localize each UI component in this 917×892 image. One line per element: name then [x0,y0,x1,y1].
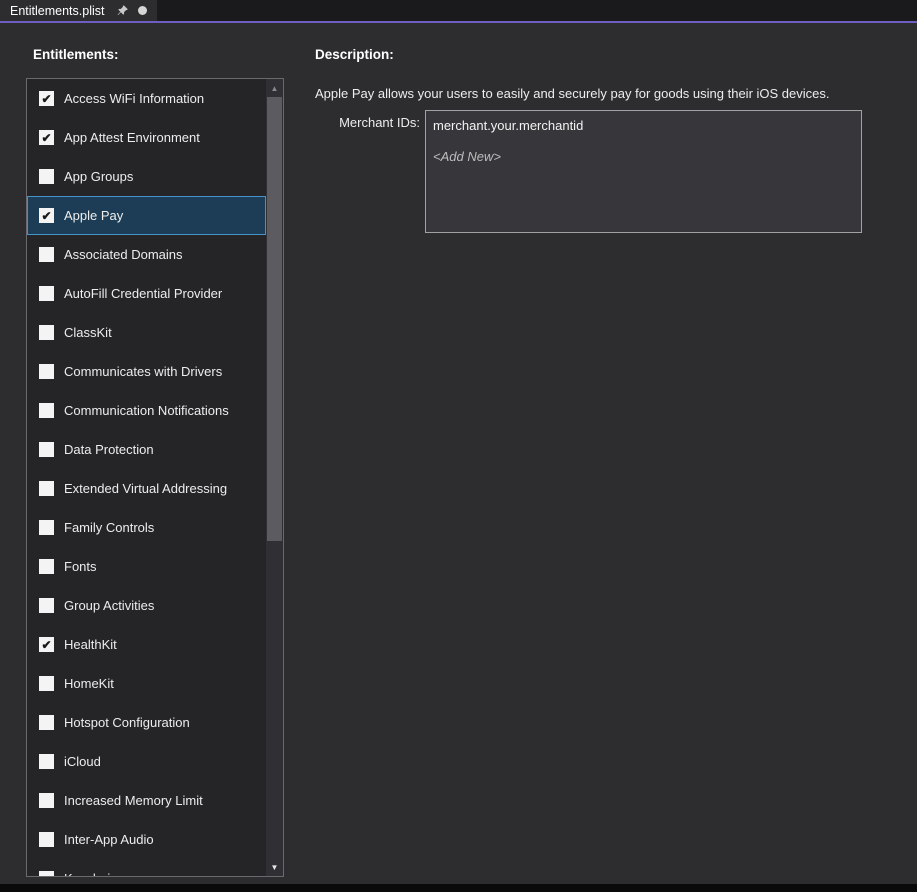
entitlement-row[interactable]: ✔ Apple Pay [27,196,266,235]
entitlement-row[interactable]: Family Controls [27,508,266,547]
entitlement-row[interactable]: Group Activities [27,586,266,625]
checkbox-unchecked-icon[interactable] [39,286,54,301]
entitlement-row[interactable]: Increased Memory Limit [27,781,266,820]
checkbox-checked-icon[interactable]: ✔ [39,91,54,106]
checkbox-unchecked-icon[interactable] [39,793,54,808]
tab-entitlements-plist[interactable]: Entitlements.plist [0,0,157,21]
entitlement-row[interactable]: ✔ HealthKit [27,625,266,664]
merchant-ids-list[interactable]: merchant.your.merchantid <Add New> [425,110,862,233]
description-header: Description: [315,47,394,62]
scrollbar-thumb[interactable] [267,97,282,541]
checkbox-unchecked-icon[interactable] [39,559,54,574]
entitlement-row[interactable]: ✔ Access WiFi Information [27,79,266,118]
entitlement-row[interactable]: Fonts [27,547,266,586]
checkbox-unchecked-icon[interactable] [39,364,54,379]
entitlement-label: Apple Pay [64,208,123,223]
checkbox-unchecked-icon[interactable] [39,403,54,418]
entitlement-label: Extended Virtual Addressing [64,481,227,496]
checkbox-unchecked-icon[interactable] [39,520,54,535]
entitlement-label: Increased Memory Limit [64,793,203,808]
entitlement-label: Keychain [64,871,117,876]
scrollbar[interactable]: ▲ ▼ [266,79,283,876]
scrollbar-down-icon[interactable]: ▼ [266,859,283,875]
entitlements-header: Entitlements: [33,47,119,62]
checkbox-checked-icon[interactable]: ✔ [39,637,54,652]
entitlement-row[interactable]: Keychain [27,859,266,876]
checkbox-unchecked-icon[interactable] [39,481,54,496]
entitlement-label: AutoFill Credential Provider [64,286,222,301]
entitlement-label: App Groups [64,169,133,184]
entitlements-list-items: ✔ Access WiFi Information ✔ App Attest Envi… [27,79,266,876]
entitlement-row[interactable]: Extended Virtual Addressing [27,469,266,508]
entitlement-label: Communicates with Drivers [64,364,222,379]
entitlement-label: Communication Notifications [64,403,229,418]
checkbox-unchecked-icon[interactable] [39,871,54,876]
entitlement-label: Associated Domains [64,247,183,262]
entitlement-row[interactable]: Inter-App Audio [27,820,266,859]
scrollbar-up-icon[interactable]: ▲ [266,80,283,96]
merchant-id-item[interactable]: merchant.your.merchantid [433,116,854,136]
unsaved-changes-icon [138,6,147,15]
entitlement-row[interactable]: iCloud [27,742,266,781]
entitlement-label: Fonts [64,559,97,574]
entitlement-row[interactable]: AutoFill Credential Provider [27,274,266,313]
checkbox-unchecked-icon[interactable] [39,247,54,262]
merchant-ids-label: Merchant IDs: [300,115,420,130]
entitlement-label: ClassKit [64,325,112,340]
entitlement-label: App Attest Environment [64,130,200,145]
description-text: Apple Pay allows your users to easily an… [315,86,829,101]
checkbox-unchecked-icon[interactable] [39,598,54,613]
checkbox-unchecked-icon[interactable] [39,754,54,769]
entitlement-label: HealthKit [64,637,117,652]
entitlement-label: Data Protection [64,442,154,457]
entitlement-row[interactable]: Communicates with Drivers [27,352,266,391]
pin-icon[interactable] [116,4,129,17]
entitlement-label: Access WiFi Information [64,91,204,106]
checkbox-unchecked-icon[interactable] [39,169,54,184]
checkbox-unchecked-icon[interactable] [39,676,54,691]
checkbox-checked-icon[interactable]: ✔ [39,208,54,223]
checkbox-checked-icon[interactable]: ✔ [39,130,54,145]
add-new-item[interactable]: <Add New> [433,149,854,164]
entitlement-row[interactable]: Hotspot Configuration [27,703,266,742]
entitlement-row[interactable]: Associated Domains [27,235,266,274]
entitlement-label: Group Activities [64,598,154,613]
entitlements-list: ✔ Access WiFi Information ✔ App Attest Envi… [26,78,284,877]
window-bottom-edge [0,884,917,892]
entitlement-label: Hotspot Configuration [64,715,190,730]
entitlements-editor-window: Entitlements.plist Entitlements: ✔ Access… [0,0,917,892]
checkbox-unchecked-icon[interactable] [39,325,54,340]
entitlement-row[interactable]: ClassKit [27,313,266,352]
entitlement-label: Inter-App Audio [64,832,154,847]
tab-title: Entitlements.plist [10,4,104,18]
entitlement-row[interactable]: App Groups [27,157,266,196]
entitlement-label: Family Controls [64,520,154,535]
checkbox-unchecked-icon[interactable] [39,442,54,457]
entitlement-row[interactable]: HomeKit [27,664,266,703]
checkbox-unchecked-icon[interactable] [39,715,54,730]
entitlement-row[interactable]: Communication Notifications [27,391,266,430]
accent-divider [0,21,917,23]
tab-bar: Entitlements.plist [0,0,917,21]
entitlement-row[interactable]: Data Protection [27,430,266,469]
entitlement-label: iCloud [64,754,101,769]
checkbox-unchecked-icon[interactable] [39,832,54,847]
entitlement-row[interactable]: ✔ App Attest Environment [27,118,266,157]
entitlement-label: HomeKit [64,676,114,691]
